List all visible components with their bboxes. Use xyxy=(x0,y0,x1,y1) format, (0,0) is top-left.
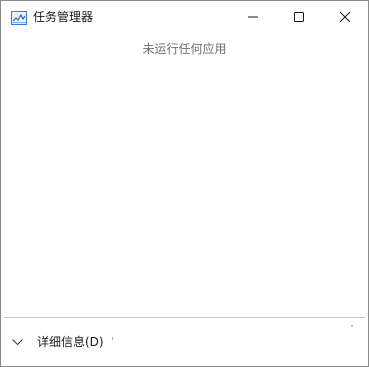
chevron-down-icon xyxy=(11,336,23,348)
text-cursor-mark xyxy=(111,336,113,340)
maximize-icon xyxy=(294,12,304,22)
window-title: 任务管理器 xyxy=(33,10,94,24)
more-details-label: 详细信息(D) xyxy=(37,335,104,349)
task-manager-icon xyxy=(11,10,27,25)
close-icon xyxy=(340,12,350,22)
task-manager-window: 任务管理器 未运行任何应用 详细信息(D) xyxy=(0,0,369,367)
minimize-icon xyxy=(248,12,258,22)
resize-grip-dot xyxy=(351,325,353,327)
title-bar[interactable]: 任务管理器 xyxy=(1,1,368,33)
empty-state-message: 未运行任何应用 xyxy=(142,42,227,56)
minimize-button[interactable] xyxy=(230,1,276,33)
maximize-button[interactable] xyxy=(276,1,322,33)
more-details-button[interactable]: 详细信息(D) xyxy=(11,331,113,353)
close-button[interactable] xyxy=(322,1,368,33)
footer-divider xyxy=(4,317,365,318)
